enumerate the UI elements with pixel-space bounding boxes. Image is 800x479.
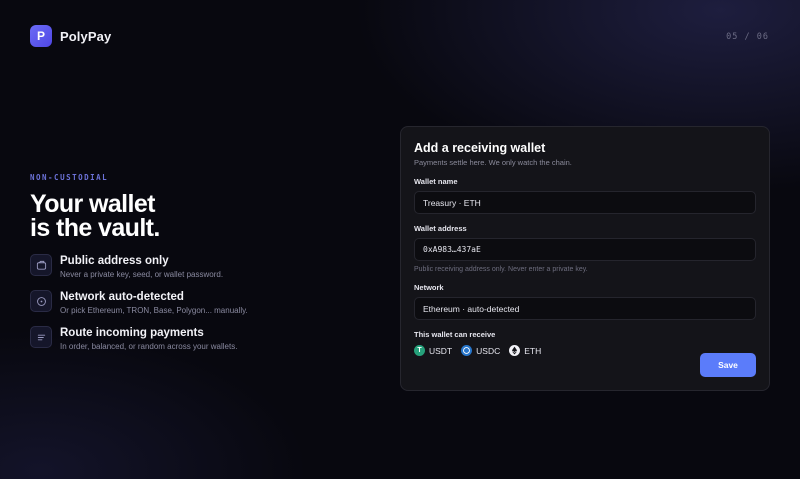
feature-desc: In order, balanced, or random across you… — [60, 342, 238, 351]
asset-usdt: T USDT — [414, 345, 452, 356]
hero-section: NON-CUSTODIAL Your wallet is the vault. … — [30, 173, 330, 352]
feature-list: Public address only Never a private key,… — [30, 254, 330, 352]
receive-label: This wallet can receive — [414, 330, 496, 339]
eyebrow-label: NON-CUSTODIAL — [30, 173, 109, 182]
brand-name: PolyPay — [60, 28, 112, 44]
feature-title: Public address only — [60, 255, 169, 267]
list-icon — [30, 326, 52, 348]
asset-eth: ETH — [509, 345, 541, 356]
feature-title: Route incoming payments — [60, 327, 204, 339]
step-indicator: 05 / 06 — [726, 32, 769, 42]
asset-name: USDC — [476, 345, 501, 356]
feature-item: Public address only Never a private key,… — [30, 254, 330, 280]
feature-title: Network auto-detected — [60, 291, 184, 303]
network-label: Network — [414, 283, 444, 292]
wallet-address-hint: Public receiving address only. Never ent… — [414, 266, 588, 273]
asset-usdc: USDC — [461, 345, 500, 356]
wallet-address-label: Wallet address — [414, 224, 467, 233]
headline: Your wallet is the vault. — [30, 190, 330, 242]
network-select[interactable]: Ethereum · auto-detected — [414, 297, 756, 320]
usdc-icon — [461, 345, 473, 356]
clock-icon — [30, 290, 52, 312]
wallet-address-input[interactable]: 0xA983…437aE — [414, 238, 756, 261]
wallet-icon — [30, 254, 52, 276]
card-subtitle: Payments settle here. We only watch the … — [414, 158, 572, 167]
feature-item: Network auto-detected Or pick Ethereum, … — [30, 290, 330, 316]
eth-icon — [509, 345, 521, 356]
feature-desc: Never a private key, seed, or wallet pas… — [60, 270, 224, 279]
asset-name: ETH — [524, 345, 542, 356]
wallet-name-input[interactable]: Treasury · ETH — [414, 191, 756, 214]
save-button[interactable]: Save — [700, 353, 756, 377]
usdt-icon: T — [414, 345, 425, 356]
card-title: Add a receiving wallet — [414, 141, 546, 155]
wallet-name-label: Wallet name — [414, 177, 458, 186]
brand: P PolyPay — [30, 25, 111, 47]
feature-desc: Or pick Ethereum, TRON, Base, Polygon...… — [60, 306, 248, 315]
brand-logo: P — [30, 25, 52, 47]
headline-line-2: is the vault. — [30, 214, 160, 242]
add-wallet-card: Add a receiving wallet Payments settle h… — [400, 126, 770, 391]
asset-name: USDT — [429, 345, 453, 356]
feature-item: Route incoming payments In order, balanc… — [30, 326, 330, 352]
headline-line-1: Your wallet — [30, 190, 156, 218]
